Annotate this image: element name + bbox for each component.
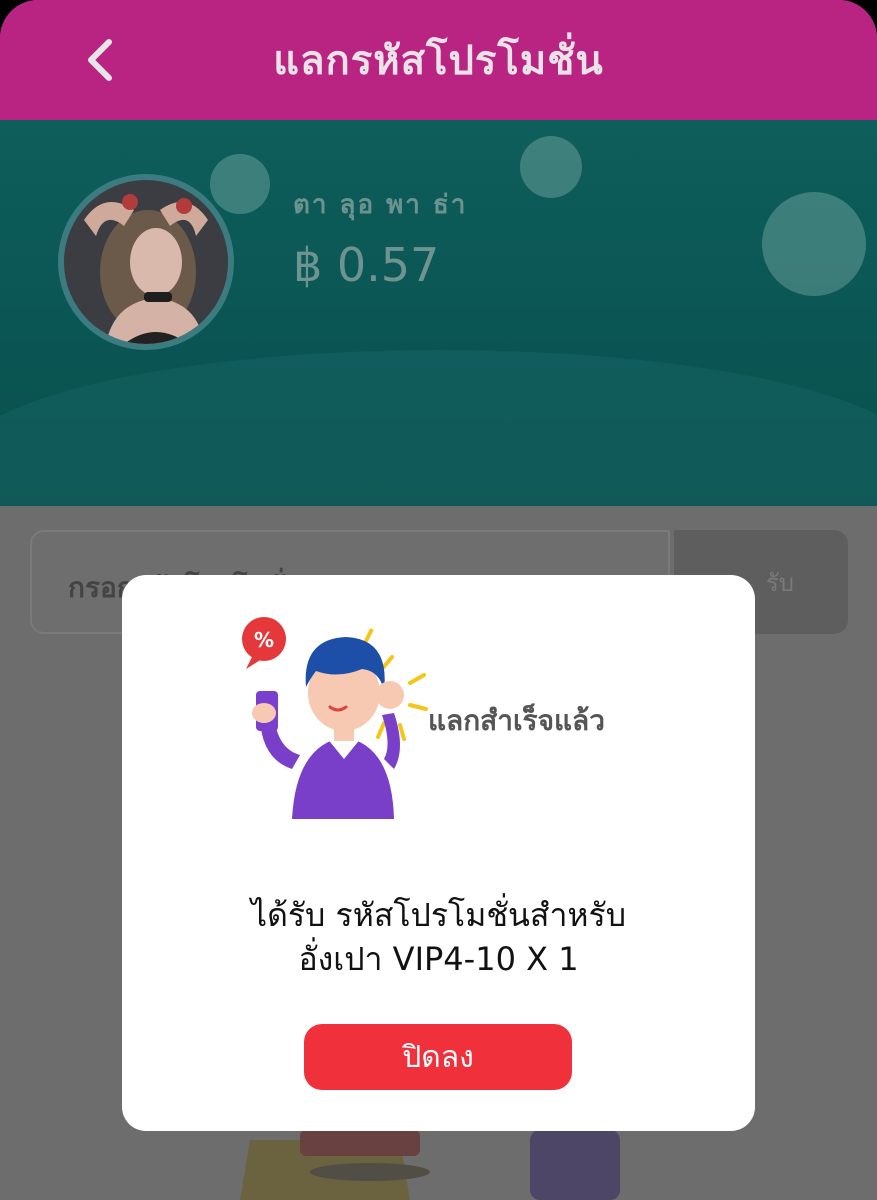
decor-wave xyxy=(0,350,877,506)
decor-bubble xyxy=(520,136,582,198)
success-dialog: % แลกสำเร็จแล้ว ได้รับ รหัสโปรโมชั่นสำหร… xyxy=(122,575,755,1131)
user-photo-icon xyxy=(64,180,228,344)
success-status-text: แลกสำเร็จแล้ว xyxy=(428,704,605,737)
reward-message-line-2: อั่งเปา VIP4-10 X 1 xyxy=(298,940,579,978)
back-button[interactable] xyxy=(70,30,130,90)
chevron-left-icon xyxy=(88,39,112,81)
app-screen: แลกรหัสโปรโมชั่น ตา ลุอ พา ธ่า ฿ 0.57 รั… xyxy=(0,0,877,1200)
reward-message-line-1: ได้รับ รหัสโปรโมชั่นสำหรับ xyxy=(250,896,626,934)
celebrating-person-illustration: % xyxy=(242,617,428,819)
user-name: ตา ลุอ พา ธ่า xyxy=(293,190,468,220)
close-button[interactable]: ปิดลง xyxy=(304,1024,572,1090)
svg-text:%: % xyxy=(254,628,274,652)
decor-bubble xyxy=(210,154,270,214)
top-bar: แลกรหัสโปรโมชั่น xyxy=(0,0,877,120)
balance-amount: ฿ 0.57 xyxy=(293,238,440,292)
gift-illustration xyxy=(240,1130,620,1200)
decor-bubble xyxy=(762,192,866,296)
avatar[interactable] xyxy=(58,174,234,350)
page-title: แลกรหัสโปรโมชั่น xyxy=(273,38,604,84)
reward-message: ได้รับ รหัสโปรโมชั่นสำหรับ อั่งเปา VIP4-… xyxy=(122,893,755,981)
profile-banner: ตา ลุอ พา ธ่า ฿ 0.57 xyxy=(0,120,877,506)
